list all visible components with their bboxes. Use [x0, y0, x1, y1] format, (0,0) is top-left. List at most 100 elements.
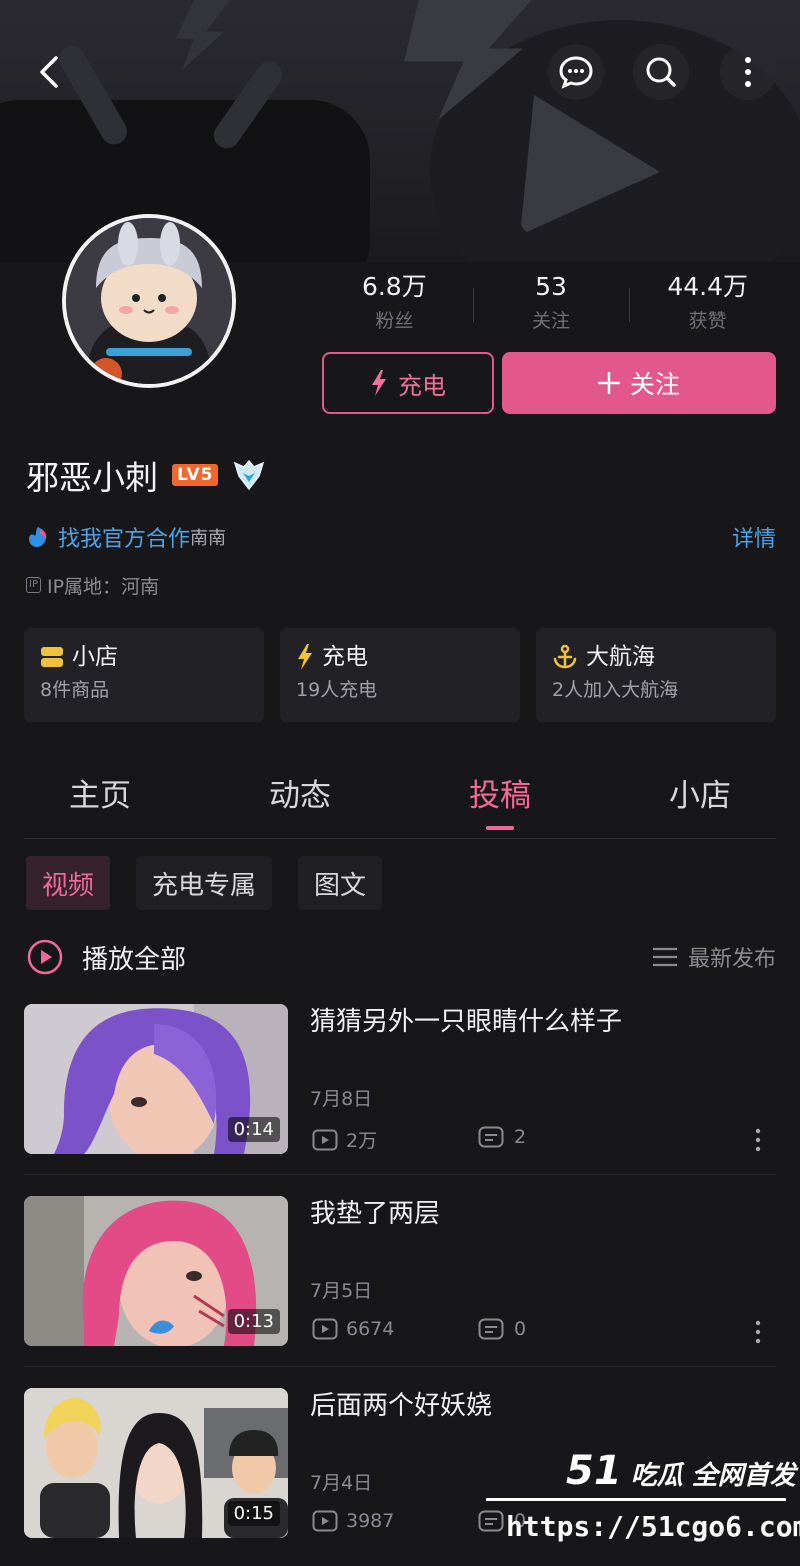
tab-divider — [24, 838, 776, 839]
list-divider — [24, 1366, 776, 1367]
chat-bubble-icon — [559, 56, 593, 89]
video-duration: 0:15 — [227, 1501, 280, 1526]
banner-bolt-small — [176, 0, 230, 70]
video-thumbnail[interactable]: 0:13 — [24, 1196, 288, 1346]
anchor-icon — [553, 644, 577, 669]
watermark-line — [486, 1498, 786, 1501]
card-subtitle: 19人充电 — [296, 679, 378, 701]
detail-link[interactable]: 详情 — [732, 521, 776, 553]
chip-charge-exclusive[interactable]: 充电专属 — [136, 856, 273, 910]
play-count: 3987 — [346, 1510, 395, 1532]
message-button[interactable] — [548, 44, 604, 100]
play-count: 2万 — [346, 1130, 378, 1152]
charge-button[interactable]: 充电 — [322, 352, 494, 414]
stat-label: 关注 — [532, 310, 571, 332]
fleet-card[interactable]: 大航海 2人加入大航海 — [536, 628, 776, 722]
tab-home[interactable]: 主页 — [0, 760, 200, 836]
list-sort-icon — [652, 947, 677, 967]
stat-fans[interactable]: 6.8万 粉丝 — [316, 270, 473, 342]
partner-logo-icon — [29, 527, 47, 547]
cooperation-row[interactable]: 找我官方合作 南南 详情 — [26, 518, 776, 556]
ip-location-text: IP属地：河南 — [46, 575, 160, 598]
video-title[interactable]: 后面两个好妖娆 — [310, 1388, 492, 1424]
stat-likes[interactable]: 44.4万 获赞 — [629, 270, 786, 342]
play-all-button[interactable]: 播放全部 — [82, 939, 186, 976]
video-more-button[interactable] — [748, 1318, 768, 1346]
video-thumbnail[interactable]: 0:15 — [24, 1388, 288, 1538]
stat-value: 53 — [535, 272, 567, 301]
cooperation-extra: 南南 — [190, 528, 227, 549]
stat-following[interactable]: 53 关注 — [472, 270, 630, 342]
verified-shield-icon[interactable] — [232, 458, 266, 492]
card-title: 大航海 — [586, 644, 655, 670]
video-comments: 0 — [478, 1318, 526, 1340]
list-divider — [24, 1174, 776, 1175]
bolt-icon — [298, 644, 312, 670]
shop-card[interactable]: 小店 8件商品 — [24, 628, 264, 722]
play-count-icon — [312, 1129, 338, 1150]
video-plays: 6674 — [312, 1318, 394, 1340]
watermark: 51 吃瓜 全网首发 https://51cgo6.com — [486, 1448, 800, 1558]
card-title: 充电 — [322, 644, 368, 670]
sort-label: 最新发布 — [687, 947, 776, 972]
play-circle-icon[interactable] — [26, 938, 64, 976]
list-header: 播放全部 最新发布 — [26, 934, 776, 980]
video-plays: 2万 — [312, 1126, 377, 1153]
video-title[interactable]: 我垫了两层 — [310, 1196, 440, 1232]
video-title[interactable]: 猜猜另外一只眼睛什么样子 — [310, 1004, 622, 1040]
plus-icon — [597, 372, 620, 394]
more-vertical-icon — [755, 1128, 761, 1152]
username: 邪恶小刺 — [26, 458, 158, 497]
comment-count: 2 — [514, 1126, 527, 1148]
bolt-icon — [372, 370, 386, 396]
cooperation-link[interactable]: 找我官方合作 — [58, 521, 190, 553]
sort-button[interactable]: 最新发布 — [652, 941, 776, 973]
ip-location-row: IP IP属地：河南 — [26, 570, 159, 600]
content-type-chips: 视频 充电专属 图文 — [26, 856, 383, 910]
level-badge[interactable]: LV5 — [172, 464, 219, 486]
charge-card[interactable]: 充电 19人充电 — [280, 628, 520, 722]
search-icon — [646, 57, 676, 87]
more-button[interactable] — [720, 44, 776, 100]
play-count-icon — [312, 1510, 338, 1532]
play-count-icon — [312, 1318, 338, 1340]
avatar-character-image — [66, 218, 232, 384]
video-comments: 2 — [478, 1126, 526, 1148]
video-duration: 0:13 — [227, 1309, 280, 1334]
stat-label: 获赞 — [688, 310, 727, 332]
watermark-brand-text: 吃瓜 全网首发 — [630, 1461, 796, 1491]
video-thumbnail[interactable]: 0:14 — [24, 1004, 288, 1154]
chip-video[interactable]: 视频 — [26, 856, 111, 910]
video-item[interactable]: 0:14 猜猜另外一只眼睛什么样子 7月8日 2万 2 — [24, 1004, 776, 1154]
avatar[interactable] — [62, 214, 236, 388]
more-vertical-icon — [755, 1320, 761, 1344]
chevron-left-icon — [40, 56, 58, 88]
video-more-button[interactable] — [748, 1126, 768, 1154]
profile-stats: 6.8万 粉丝 53 关注 44.4万 获赞 — [316, 270, 786, 342]
watermark-brand: 51 吃瓜 全网首发 — [566, 1448, 796, 1494]
follow-button[interactable]: 关注 — [502, 352, 776, 414]
video-item[interactable]: 0:13 我垫了两层 7月5日 6674 0 — [24, 1196, 776, 1346]
comment-count: 0 — [514, 1318, 527, 1340]
stat-label: 粉丝 — [375, 310, 414, 332]
comment-icon — [478, 1126, 504, 1148]
video-date: 7月8日 — [310, 1088, 373, 1110]
more-vertical-icon — [745, 57, 751, 87]
shop-icon — [41, 647, 63, 667]
feature-cards: 小店 8件商品 充电 19人充电 大航海 2人加入大航海 — [24, 628, 776, 722]
card-subtitle: 8件商品 — [40, 679, 110, 701]
ip-icon: IP — [26, 577, 41, 593]
video-duration: 0:14 — [227, 1117, 280, 1142]
tab-dynamics[interactable]: 动态 — [200, 760, 400, 836]
tab-uploads[interactable]: 投稿 — [400, 760, 600, 836]
back-button[interactable] — [22, 44, 78, 100]
stat-value: 6.8万 — [361, 272, 427, 301]
video-date: 7月4日 — [310, 1472, 373, 1494]
search-button[interactable] — [633, 44, 689, 100]
watermark-url: https://51cgo6.com — [506, 1510, 800, 1543]
chip-image-text[interactable]: 图文 — [298, 856, 383, 910]
card-title: 小店 — [72, 644, 118, 670]
video-plays: 3987 — [312, 1510, 394, 1532]
stat-value: 44.4万 — [667, 272, 749, 301]
tab-shop[interactable]: 小店 — [600, 760, 800, 836]
